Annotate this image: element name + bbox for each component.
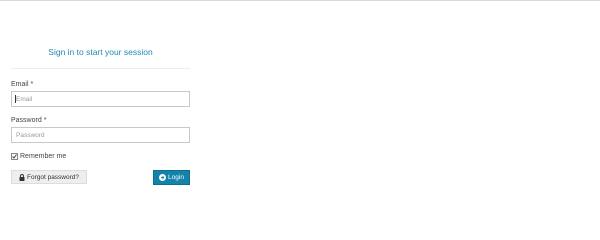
- remember-me-row: Remember me: [11, 152, 190, 161]
- password-label-text: Password: [11, 117, 42, 124]
- forgot-password-label: Forgot password?: [26, 173, 80, 181]
- email-label-text: Email: [11, 81, 29, 88]
- login-button-label: Login: [168, 174, 184, 181]
- forgot-password-button[interactable]: Forgot password?: [11, 170, 87, 184]
- arrow-circle-right-icon: [159, 174, 167, 181]
- password-required-mark: *: [43, 117, 47, 124]
- email-required-mark: *: [30, 81, 34, 88]
- email-label: Email *: [11, 80, 190, 89]
- login-box: Sign in to start your session Email * Pa…: [11, 46, 190, 185]
- login-box-title: Sign in to start your session: [48, 47, 153, 57]
- text-cursor: [15, 95, 16, 103]
- top-divider: [0, 0, 600, 1]
- email-field-wrap: [11, 91, 190, 107]
- login-button[interactable]: Login: [153, 170, 190, 185]
- checkmark-icon: [12, 154, 17, 159]
- actions-row: Forgot password? Login: [11, 170, 190, 185]
- remember-me-label[interactable]: Remember me: [20, 153, 66, 160]
- remember-me-checkbox[interactable]: [11, 153, 18, 160]
- password-label: Password *: [11, 116, 190, 125]
- email-field[interactable]: [11, 91, 190, 107]
- title-divider: [11, 68, 190, 69]
- password-field[interactable]: [11, 127, 190, 143]
- lock-icon: [19, 173, 25, 181]
